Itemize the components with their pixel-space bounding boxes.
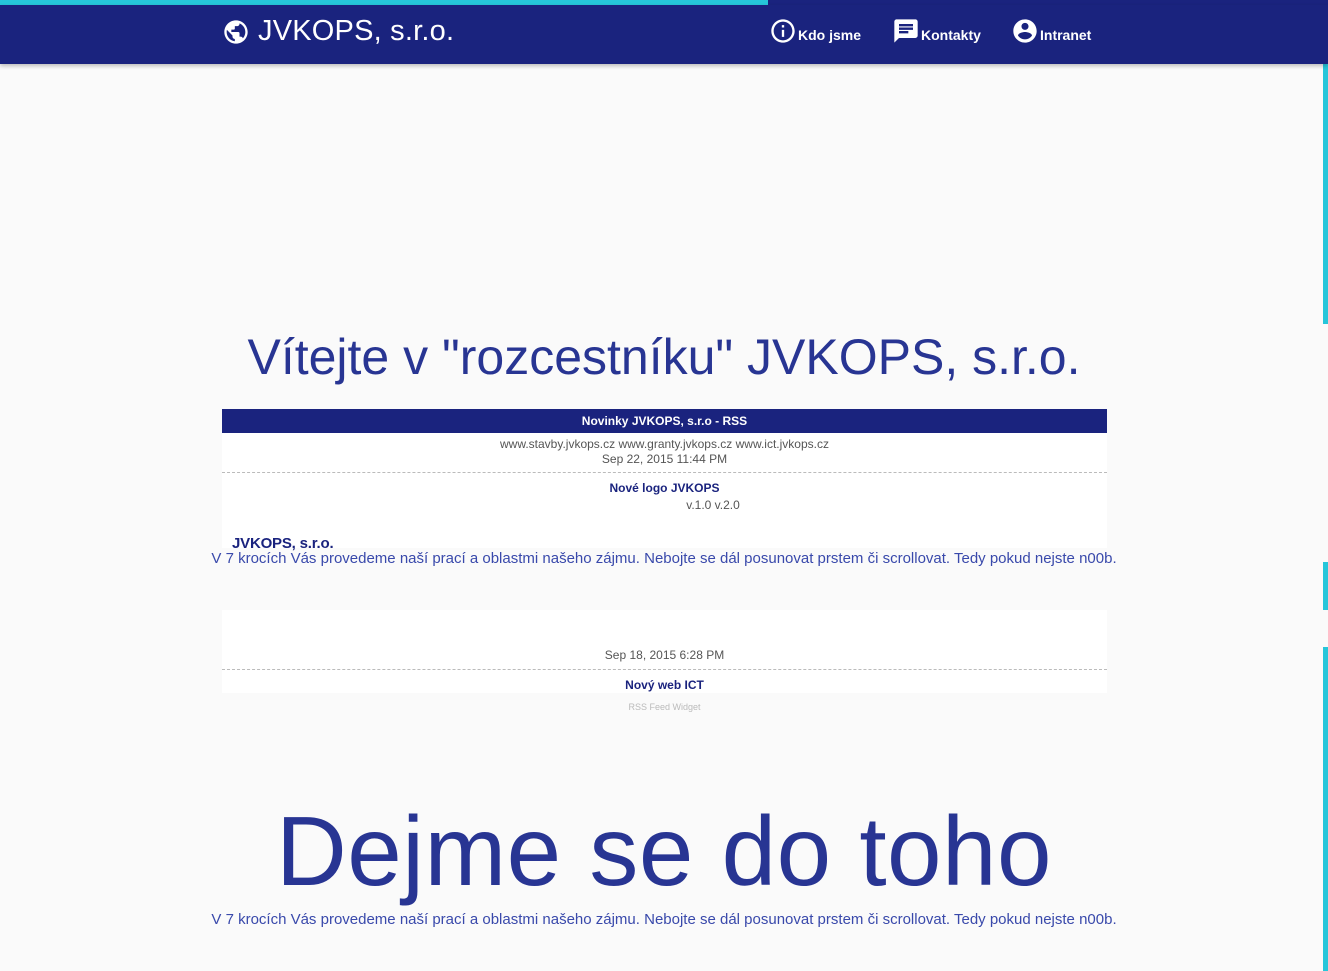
nav-intranet[interactable]: Intranet xyxy=(1011,17,1091,45)
rss-footer-link[interactable]: RSS Feed Widget xyxy=(222,702,1107,712)
rss-item: www.stavby.jvkops.cz www.granty.jvkops.c… xyxy=(222,433,1107,473)
rss-item-description: www.stavby.jvkops.cz www.granty.jvkops.c… xyxy=(500,437,829,451)
section-indicator xyxy=(1323,64,1328,324)
rss-item-title-link[interactable]: Nové logo JVKOPS xyxy=(222,481,1107,496)
rss-widget-lower: Sep 18, 2015 6:28 PM Nový web ICT RSS Fe… xyxy=(222,610,1107,712)
app-bar: JVKOPS, s.r.o. Kdo jsme Kontakty Intrane… xyxy=(0,5,1328,64)
info-icon xyxy=(771,19,795,43)
nav-label: Kdo jsme xyxy=(798,27,862,43)
rss-item-date: Sep 18, 2015 6:28 PM xyxy=(604,648,725,662)
rss-item: Sep 18, 2015 6:28 PM xyxy=(222,610,1107,670)
nav-label: Kontakty xyxy=(921,27,981,43)
rss-header: Novinky JVKOPS, s.r.o - RSS xyxy=(222,409,1107,433)
hero-title: Vítejte v "rozcestníku" JVKOPS, s.r.o. xyxy=(247,329,1081,385)
section-text: V 7 krocích Vás provedeme naší prací a o… xyxy=(211,911,1117,928)
rss-item: Nový web ICT xyxy=(222,670,1107,693)
section-indicator xyxy=(1323,562,1328,610)
jvkops-logo: JVKOPS, s.r.o. xyxy=(232,535,334,552)
nav-kontakty[interactable]: Kontakty xyxy=(892,17,981,45)
rss-item: Nové logo JVKOPS v.1.0 v.2.0 JVKOPS, s.r… xyxy=(222,473,1107,552)
section-title: Dejme se do toho xyxy=(275,796,1053,906)
globe-icon xyxy=(224,19,248,44)
brand-link[interactable]: JVKOPS, s.r.o. xyxy=(222,15,454,48)
rss-item-date: Sep 22, 2015 11:44 PM xyxy=(601,452,728,466)
rss-widget: Novinky JVKOPS, s.r.o - RSS www.stavby.j… xyxy=(222,409,1107,552)
rss-item-title-link[interactable]: Nový web ICT xyxy=(222,678,1107,692)
nav-label: Intranet xyxy=(1040,27,1092,43)
account-circle-icon xyxy=(1013,19,1037,43)
brand-title: JVKOPS, s.r.o. xyxy=(258,15,455,47)
chat-icon xyxy=(894,19,918,43)
nav-kdo-jsme[interactable]: Kdo jsme xyxy=(769,17,861,45)
section-text-overlapped: V 7 krocích Vás provedeme naší prací a o… xyxy=(211,550,1117,567)
rss-item-description: v.1.0 v.2.0 xyxy=(686,498,740,512)
